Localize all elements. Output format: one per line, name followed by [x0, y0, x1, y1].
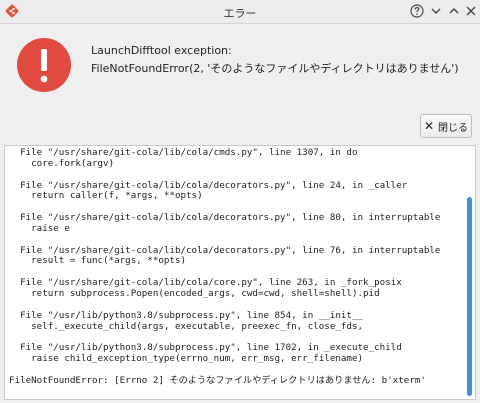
traceback-text: File "/usr/share/git-cola/lib/cola/cmds.… [9, 147, 441, 386]
window-title: エラー [223, 7, 257, 20]
traceback-text-area[interactable]: File "/usr/share/git-cola/lib/cola/cmds.… [4, 145, 476, 400]
error-heading: LaunchDifftool exception: [91, 44, 232, 57]
vertical-scrollbar[interactable] [467, 152, 472, 396]
close-icon[interactable] [463, 3, 479, 19]
error-exclamation-icon [17, 38, 71, 92]
help-question-icon[interactable] [409, 3, 425, 19]
error-detail: FileNotFoundError(2, 'そのようなファイルやディレクトリはあ… [91, 62, 459, 75]
close-button[interactable]: ✕ 閉じる [420, 114, 472, 138]
scrollbar-thumb[interactable] [467, 197, 472, 396]
close-button-label: 閉じる [438, 122, 469, 134]
minimize-icon[interactable] [428, 3, 444, 19]
maximize-icon[interactable] [446, 3, 462, 19]
close-x-icon: ✕ [423, 119, 435, 133]
title-bar: エラー [0, 0, 480, 24]
